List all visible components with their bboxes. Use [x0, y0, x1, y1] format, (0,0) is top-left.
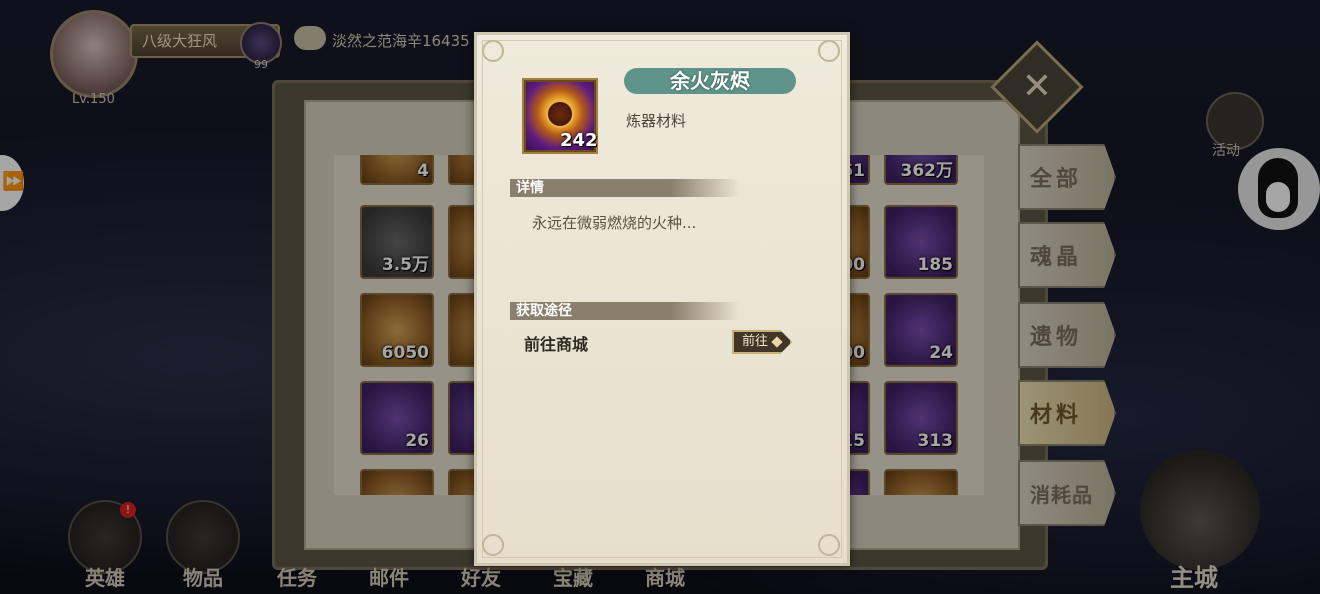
- source-shop-label: 前往商城: [524, 335, 589, 354]
- source-header: 获取途径: [510, 302, 740, 320]
- corner-ornament: [818, 40, 840, 62]
- ember-core: [546, 100, 574, 128]
- corner-ornament: [482, 40, 504, 62]
- detail-header: 详情: [510, 179, 740, 197]
- item-name: 余火灰烬: [624, 68, 796, 94]
- item-type: 炼器材料: [626, 112, 687, 130]
- item-count: 242: [560, 130, 598, 151]
- item-description: 永远在微弱燃烧的火种...: [532, 214, 697, 232]
- corner-ornament: [482, 534, 504, 556]
- corner-ornament: [818, 534, 840, 556]
- go-to-shop-button[interactable]: 前往: [732, 330, 792, 354]
